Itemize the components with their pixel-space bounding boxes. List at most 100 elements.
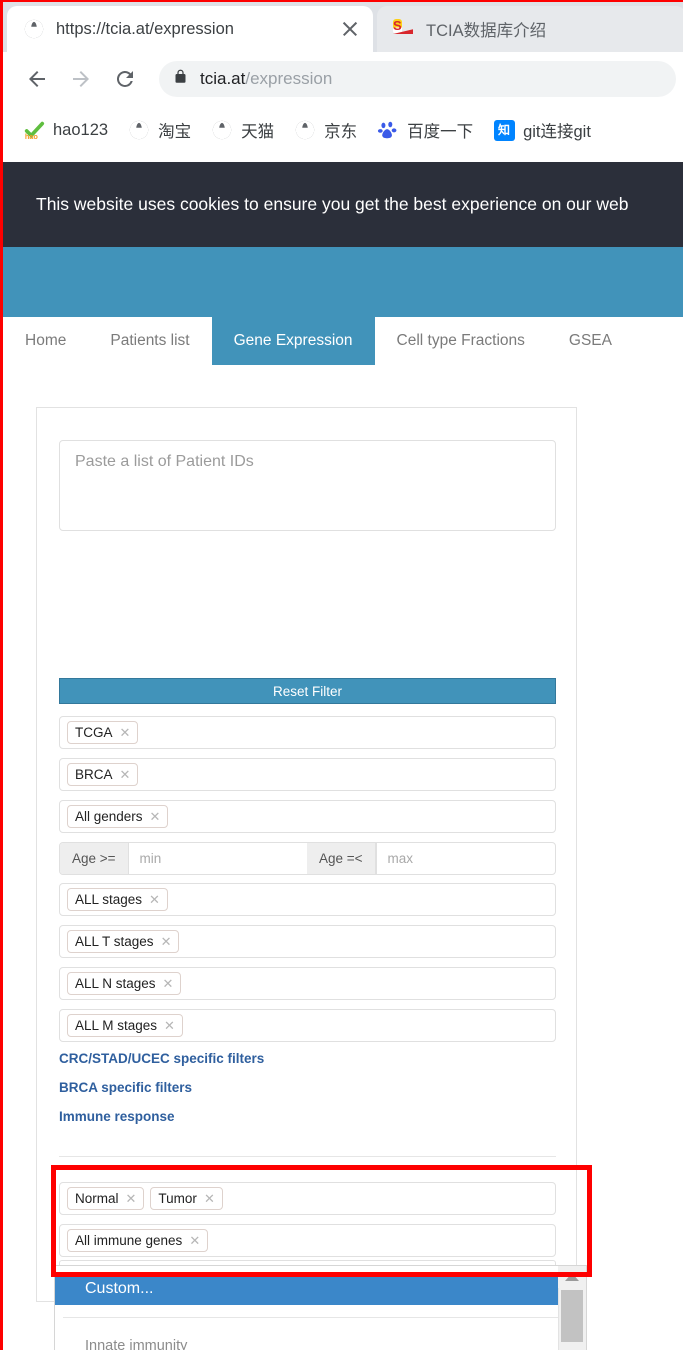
bookmark-label: 天猫: [241, 123, 275, 141]
site-nav-tabs: Home Patients list Gene Expression Cell …: [3, 317, 683, 365]
browser-tab-inactive[interactable]: S TCIA数据库介绍: [377, 6, 683, 52]
cookie-banner-text: This website uses cookies to ensure you …: [36, 194, 629, 214]
hao123-icon: hao: [23, 119, 45, 141]
bookmark-label: git连接git: [523, 123, 591, 141]
tab-title: https://tcia.at/expression: [56, 19, 234, 38]
web-page: This website uses cookies to ensure you …: [3, 155, 683, 1350]
chip-remove-icon[interactable]: ✕: [161, 935, 172, 948]
chip-label: ALL stages: [75, 892, 143, 907]
close-icon[interactable]: [339, 18, 361, 40]
tab-title: TCIA数据库介绍: [426, 22, 547, 40]
forward-arrow-icon[interactable]: [59, 57, 103, 101]
age-max-label: Age =<: [307, 843, 376, 874]
reload-icon[interactable]: [103, 57, 147, 101]
chip-label: Tumor: [158, 1191, 197, 1206]
dropdown-scrollbar[interactable]: [558, 1266, 586, 1350]
chip-remove-icon[interactable]: ✕: [163, 977, 174, 990]
chip-all-immune-genes[interactable]: All immune genes ✕: [67, 1229, 209, 1252]
filter-row-t-stage[interactable]: ALL T stages ✕: [59, 925, 556, 958]
chip-tcga[interactable]: TCGA ✕: [67, 721, 139, 744]
dropdown-separator: [63, 1317, 558, 1318]
chip-all-n-stages[interactable]: ALL N stages ✕: [67, 972, 182, 995]
tab-home[interactable]: Home: [3, 317, 88, 365]
filter-row-m-stage[interactable]: ALL M stages ✕: [59, 1009, 556, 1042]
chip-remove-icon[interactable]: ✕: [164, 1019, 175, 1032]
bookmark-tmall[interactable]: 天猫: [201, 113, 284, 147]
age-max-input[interactable]: max: [375, 843, 555, 874]
link-crc-stad-ucec-filters[interactable]: CRC/STAD/UCEC specific filters: [59, 1051, 264, 1066]
filter-row-gender[interactable]: All genders ✕: [59, 800, 556, 833]
filter-row-age[interactable]: Age >= min Age =< max: [59, 842, 556, 875]
chip-remove-icon[interactable]: ✕: [204, 1192, 215, 1205]
chip-all-m-stages[interactable]: ALL M stages ✕: [67, 1014, 183, 1037]
globe-icon: [294, 119, 316, 141]
link-immune-response[interactable]: Immune response: [59, 1109, 175, 1124]
chip-remove-icon[interactable]: ✕: [150, 810, 161, 823]
link-brca-filters[interactable]: BRCA specific filters: [59, 1080, 192, 1095]
chip-remove-icon[interactable]: ✕: [126, 1192, 137, 1205]
chip-tumor[interactable]: Tumor ✕: [150, 1187, 223, 1210]
bookmark-label: 淘宝: [158, 123, 192, 141]
tab-patients-list[interactable]: Patients list: [88, 317, 211, 365]
patient-ids-input[interactable]: Paste a list of Patient IDs: [59, 440, 556, 531]
bookmark-git[interactable]: 知 git连接git: [483, 113, 601, 147]
age-min-label: Age >=: [60, 843, 129, 874]
scrollbar-thumb[interactable]: [561, 1290, 583, 1342]
chip-normal[interactable]: Normal ✕: [67, 1187, 145, 1210]
tab-strip: https://tcia.at/expression S TCIA数据库介绍: [3, 2, 683, 52]
browser-chrome: https://tcia.at/expression S TCIA数据库介绍 t…: [3, 2, 683, 155]
bookmark-label: 百度一下: [407, 123, 474, 141]
bookmark-taobao[interactable]: 淘宝: [118, 113, 201, 147]
site-header: [3, 247, 683, 317]
browser-toolbar: tcia.at/expression: [3, 52, 683, 105]
filter-row-cohort[interactable]: TCGA ✕: [59, 716, 556, 749]
tab-gene-expression[interactable]: Gene Expression: [211, 317, 375, 365]
panel-divider: [59, 1156, 556, 1157]
age-min-input[interactable]: min: [129, 843, 307, 874]
chip-remove-icon[interactable]: ✕: [120, 726, 131, 739]
globe-icon: [128, 119, 150, 141]
filter-row-sample-type[interactable]: Normal ✕ Tumor ✕: [59, 1182, 556, 1215]
tab-cell-type-fractions[interactable]: Cell type Fractions: [375, 317, 547, 365]
chip-all-t-stages[interactable]: ALL T stages ✕: [67, 930, 180, 953]
chip-label: Normal: [75, 1191, 119, 1206]
bookmark-baidu[interactable]: 百度一下: [367, 113, 483, 147]
address-bar-text: tcia.at/expression: [200, 69, 332, 89]
reset-filter-button[interactable]: Reset Filter: [59, 678, 556, 704]
filter-panel: Paste a list of Patient IDs Reset Filter…: [36, 407, 577, 1302]
dropdown-option-custom[interactable]: Custom...: [55, 1272, 559, 1305]
chip-all-stages[interactable]: ALL stages ✕: [67, 888, 168, 911]
baidu-icon: [377, 119, 399, 141]
chip-label: ALL M stages: [75, 1018, 158, 1033]
gene-set-dropdown[interactable]: Custom... Innate immunity Neutrophil Nat…: [54, 1265, 587, 1350]
filter-row-gene-set[interactable]: All immune genes ✕: [59, 1224, 556, 1257]
bookmark-jd[interactable]: 京东: [284, 113, 367, 147]
svg-text:hao: hao: [25, 132, 39, 141]
tab-gsea[interactable]: GSEA: [547, 317, 634, 365]
chip-brca[interactable]: BRCA ✕: [67, 763, 139, 786]
chip-label: ALL N stages: [75, 976, 156, 991]
globe-icon: [211, 119, 233, 141]
filter-row-cancer-type[interactable]: BRCA ✕: [59, 758, 556, 791]
chip-remove-icon[interactable]: ✕: [149, 893, 160, 906]
url-domain: tcia.at: [200, 68, 246, 88]
chip-remove-icon[interactable]: ✕: [120, 768, 131, 781]
browser-tab-active[interactable]: https://tcia.at/expression: [7, 6, 373, 52]
chip-label: All immune genes: [75, 1233, 183, 1248]
address-bar[interactable]: tcia.at/expression: [159, 60, 676, 97]
triangle-up-icon[interactable]: [558, 1266, 586, 1288]
chip-label: All genders: [75, 809, 143, 824]
sogou-icon: S: [393, 19, 402, 34]
bookmark-hao123[interactable]: hao hao123: [13, 113, 118, 147]
chip-label: TCGA: [75, 725, 113, 740]
dropdown-group-innate-immunity: Innate immunity: [85, 1338, 188, 1350]
chip-remove-icon[interactable]: ✕: [189, 1234, 200, 1247]
filter-row-n-stage[interactable]: ALL N stages ✕: [59, 967, 556, 1000]
browser-window: https://tcia.at/expression S TCIA数据库介绍 t…: [0, 0, 683, 1350]
bookmark-label: hao123: [53, 120, 109, 139]
back-arrow-icon[interactable]: [15, 57, 59, 101]
filter-row-stage[interactable]: ALL stages ✕: [59, 883, 556, 916]
chip-label: ALL T stages: [75, 934, 154, 949]
chip-all-genders[interactable]: All genders ✕: [67, 805, 169, 828]
cookie-banner: This website uses cookies to ensure you …: [3, 162, 683, 247]
